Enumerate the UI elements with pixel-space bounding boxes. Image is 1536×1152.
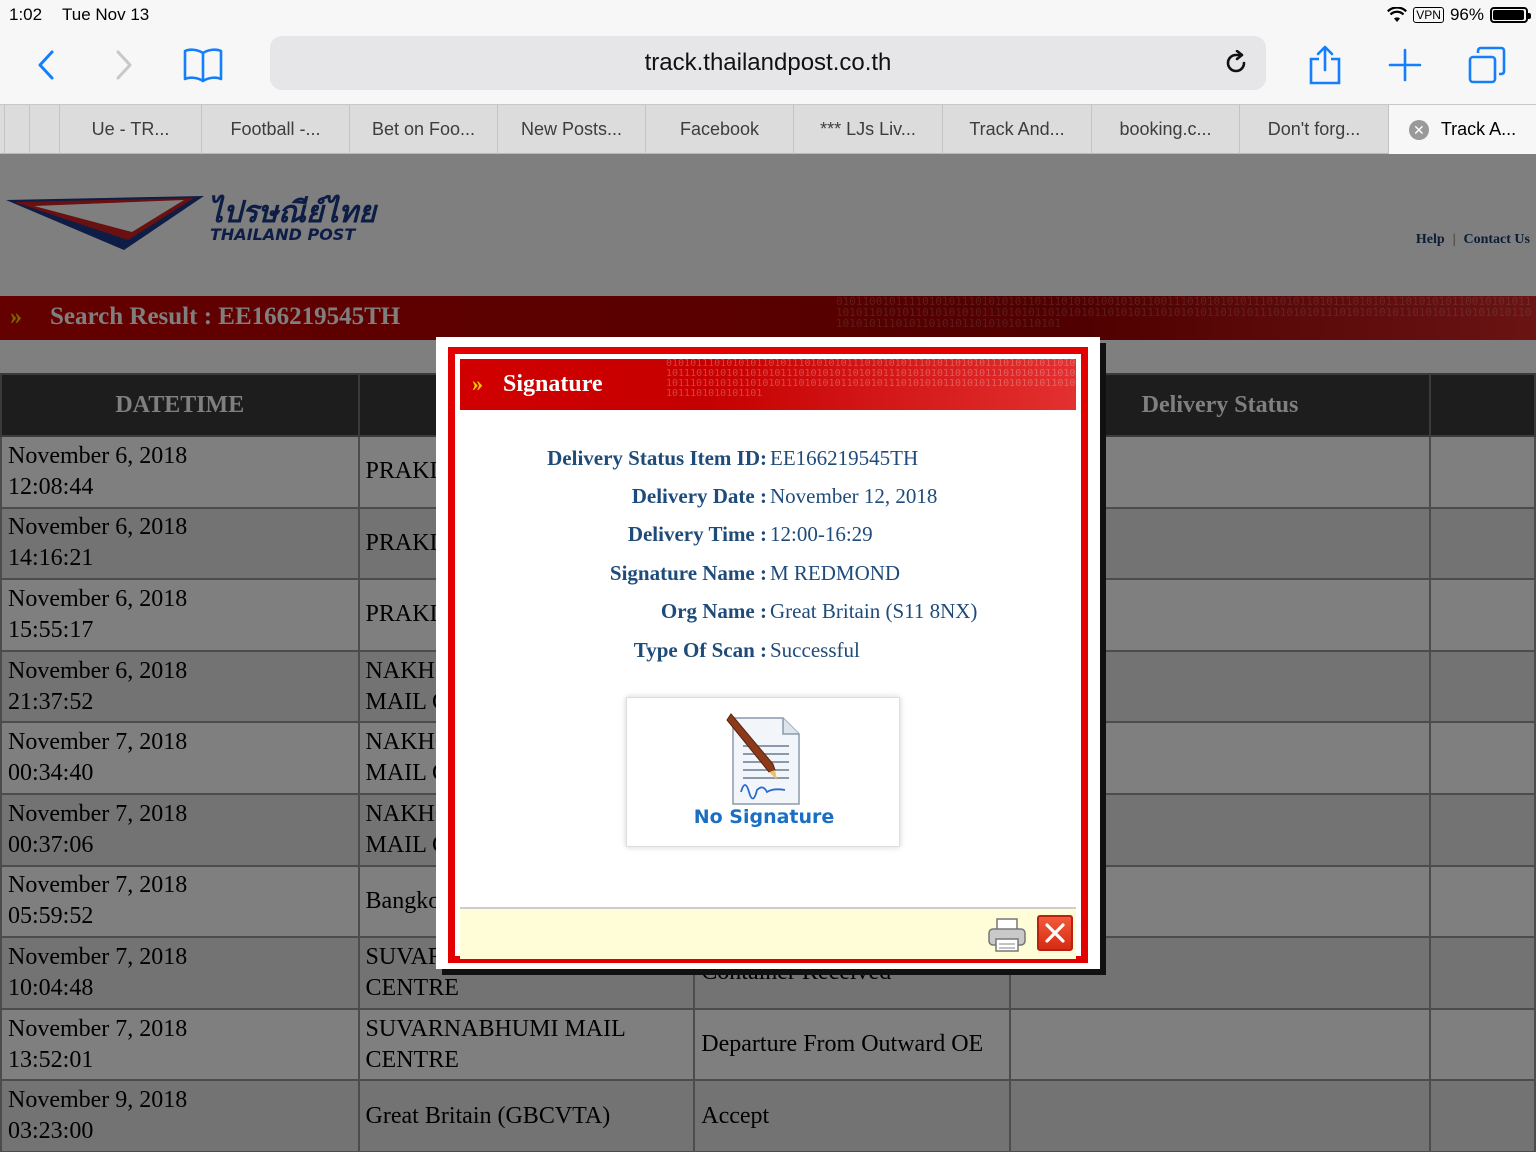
binary-pattern: 0101011101010101101011101010101110101010… <box>666 359 1076 399</box>
close-icon <box>1045 923 1065 943</box>
tab-item[interactable]: Facebook <box>645 105 793 154</box>
print-icon[interactable] <box>987 917 1027 953</box>
bookmarks-button[interactable] <box>179 42 227 88</box>
battery-icon <box>1490 7 1531 23</box>
tab-label: Football -... <box>230 119 321 139</box>
field-value: November 12, 2018 <box>770 484 938 508</box>
dialog-footer <box>460 907 1076 959</box>
tab-item[interactable]: Ue - TR... <box>59 105 201 154</box>
tab-item[interactable]: *** LJs Liv... <box>793 105 942 154</box>
status-bar: 1:02 Tue Nov 13 VPN 96% <box>0 0 1536 30</box>
info-row-signature-name: Signature Name : M REDMOND <box>455 561 1081 591</box>
back-icon <box>38 50 54 80</box>
status-date: Tue Nov 13 <box>62 5 150 24</box>
signature-dialog: 0101011101010101101011101010101110101010… <box>436 337 1100 969</box>
dialog-header: 0101011101010101101011101010101110101010… <box>460 359 1076 410</box>
close-tab-icon[interactable]: ✕ <box>1408 119 1429 140</box>
dialog-title: Signature <box>503 371 603 397</box>
reload-button[interactable] <box>1216 43 1256 83</box>
address-bar[interactable]: track.thailandpost.co.th <box>270 36 1266 90</box>
field-label: Delivery Date : <box>631 484 767 508</box>
tab-label: New Posts... <box>520 119 623 139</box>
tab-item[interactable]: Football -... <box>201 105 349 154</box>
info-row-delivery-time: Delivery Time : 12:00-16:29 <box>455 522 1081 552</box>
tab-item[interactable]: Bet on Foo... <box>349 105 497 154</box>
tabs-button[interactable] <box>1463 42 1511 88</box>
forward-icon <box>116 50 132 80</box>
tab-label: Ue - TR... <box>91 119 170 139</box>
url-text: track.thailandpost.co.th <box>644 49 892 76</box>
battery-percent: 96% <box>1449 5 1484 24</box>
field-value: 12:00-16:29 <box>770 522 873 546</box>
bookmarks-icon <box>183 48 223 83</box>
new-tab-button[interactable] <box>1381 42 1429 88</box>
forward-button[interactable] <box>100 42 148 88</box>
tab-stacked[interactable] <box>4 105 29 154</box>
signature-image-box: No Signature <box>626 697 900 847</box>
tab-item[interactable]: Track And... <box>942 105 1091 154</box>
status-time: 1:02 <box>9 5 43 24</box>
back-button[interactable] <box>22 42 70 88</box>
field-label: Org Name : <box>660 599 767 623</box>
tab-item[interactable]: Don't forg... <box>1239 105 1388 154</box>
double-arrow-icon: » <box>472 371 483 396</box>
field-value: EE166219545TH <box>770 446 919 470</box>
tab-item[interactable]: booking.c... <box>1091 105 1239 154</box>
field-value: Successful <box>770 638 860 662</box>
vpn-badge: VPN <box>1413 7 1444 23</box>
reload-icon <box>1226 50 1246 73</box>
info-row-delivery-date: Delivery Date : November 12, 2018 <box>455 484 1081 514</box>
tab-label: Facebook <box>679 119 760 139</box>
share-icon <box>1309 45 1341 85</box>
info-row-org-name: Org Name : Great Britain (S11 8NX) <box>455 599 1081 629</box>
new-tab-icon <box>1388 48 1422 82</box>
document-signature-icon <box>726 713 800 805</box>
tab-item[interactable]: New Posts... <box>497 105 645 154</box>
field-label: Signature Name : <box>609 561 767 585</box>
tab-label: Bet on Foo... <box>371 119 476 139</box>
tab-label: Don't forg... <box>1267 119 1361 139</box>
tab-label: Track And... <box>969 119 1065 139</box>
tab-active[interactable]: ✕ Track A... <box>1388 105 1536 154</box>
info-row-type-of-scan: Type Of Scan : Successful <box>455 638 1081 668</box>
close-button[interactable] <box>1037 915 1073 951</box>
no-signature-text: No Signature <box>693 806 835 828</box>
tabs-icon <box>1468 46 1506 84</box>
share-button[interactable] <box>1301 42 1349 88</box>
wifi-icon <box>1387 7 1408 22</box>
field-value: M REDMOND <box>770 561 901 585</box>
tab-bar: Ue - TR... Football -... Bet on Foo... N… <box>0 104 1536 154</box>
status-indicators: VPN 96% <box>1387 5 1531 25</box>
field-label: Delivery Time : <box>627 522 767 546</box>
field-label: Delivery Status Item ID: <box>547 446 767 470</box>
field-label: Type Of Scan : <box>633 638 767 662</box>
tab-label: *** LJs Liv... <box>820 119 916 139</box>
tab-label: Track A... <box>1440 119 1517 139</box>
info-row-item-id: Delivery Status Item ID: EE166219545TH <box>455 446 1081 476</box>
tab-stacked[interactable] <box>29 105 59 154</box>
browser-toolbar: track.thailandpost.co.th <box>0 30 1536 104</box>
field-value: Great Britain (S11 8NX) <box>770 599 978 623</box>
tab-label: booking.c... <box>1119 119 1212 139</box>
signature-dialog-frame: 0101011101010101101011101010101110101010… <box>448 347 1088 963</box>
